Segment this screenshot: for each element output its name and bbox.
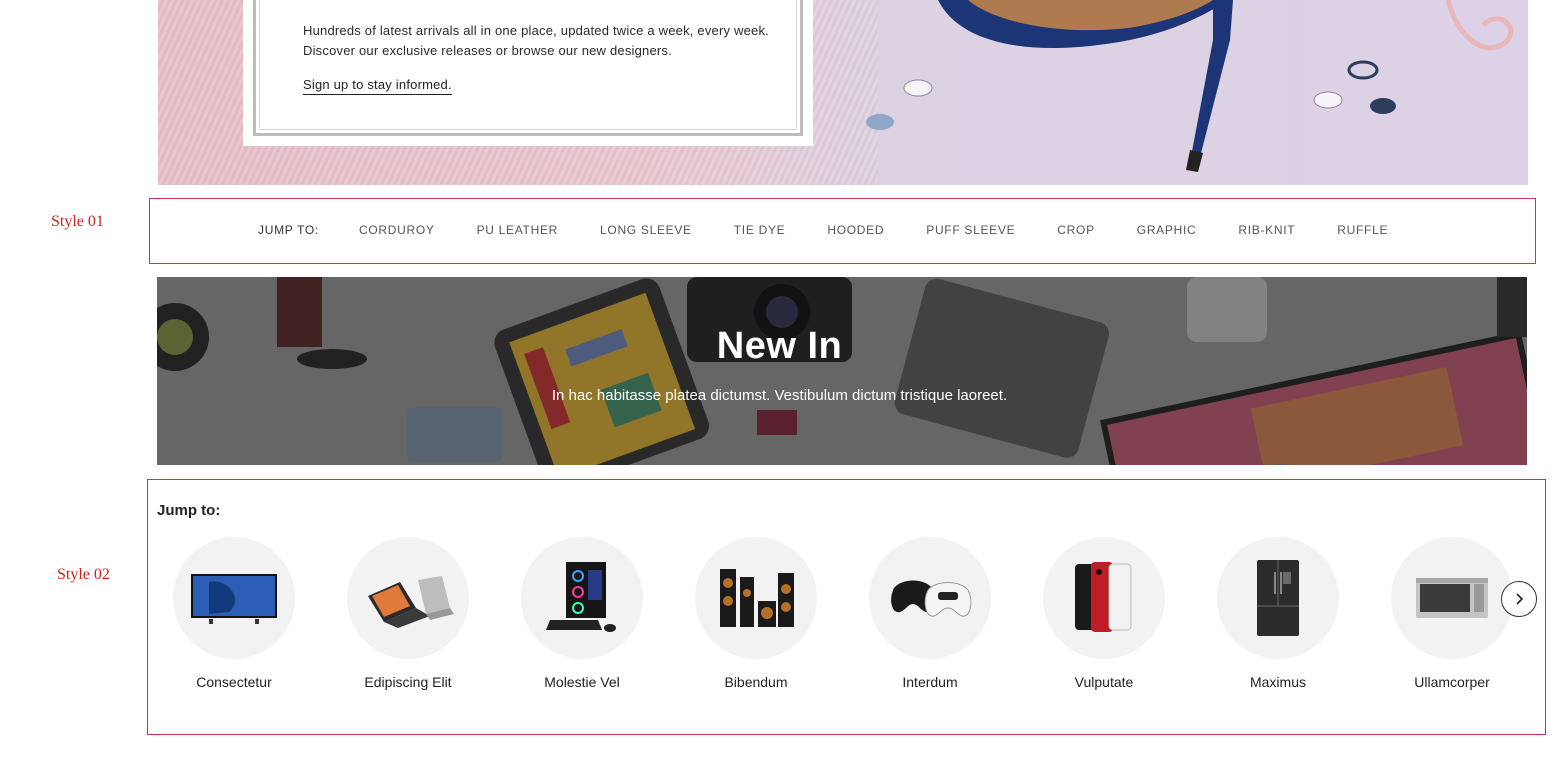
category-item[interactable]: Consectetur bbox=[154, 537, 314, 691]
jump-link-ruffle[interactable]: RUFFLE bbox=[1337, 223, 1388, 237]
category-image-circle bbox=[521, 537, 643, 659]
jump-link-graphic[interactable]: GRAPHIC bbox=[1137, 223, 1197, 237]
signup-link[interactable]: Sign up to stay informed. bbox=[303, 76, 452, 95]
category-item[interactable]: Vulputate bbox=[1024, 537, 1184, 691]
style-01-label: Style 01 bbox=[51, 213, 104, 230]
jump-link-rib-knit[interactable]: RIB-KNIT bbox=[1238, 223, 1295, 237]
hero-info-card: Hundreds of latest arrivals all in one p… bbox=[243, 0, 813, 146]
jump-link-hooded[interactable]: HOODED bbox=[827, 223, 884, 237]
refrigerator-icon bbox=[1257, 560, 1299, 636]
jump-link-pu-leather[interactable]: PU LEATHER bbox=[477, 223, 558, 237]
category-image-circle bbox=[1043, 537, 1165, 659]
category-image-circle bbox=[173, 537, 295, 659]
category-item[interactable]: Interdum bbox=[850, 537, 1010, 691]
category-item[interactable]: Bibendum bbox=[676, 537, 836, 691]
smartphone-icon bbox=[1075, 562, 1132, 632]
jump-to-title: Jump to: bbox=[157, 502, 221, 519]
new-in-banner[interactable] bbox=[157, 277, 1527, 465]
category-item[interactable]: Edipiscing Elit bbox=[328, 537, 488, 691]
category-label: Maximus bbox=[1249, 674, 1306, 690]
category-label: Consectetur bbox=[196, 674, 272, 690]
category-image-circle bbox=[695, 537, 817, 659]
category-item[interactable]: Molestie Vel bbox=[502, 537, 662, 691]
category-label: Bibendum bbox=[724, 674, 788, 690]
category-label: Ullamcorper bbox=[1414, 674, 1490, 690]
banner-title: New In bbox=[716, 325, 843, 367]
category-label: Interdum bbox=[902, 674, 958, 690]
category-item[interactable]: Maximus bbox=[1198, 537, 1358, 691]
game-controller-icon bbox=[891, 580, 972, 617]
banner-subtitle: In hac habitasse platea dictumst. Vestib… bbox=[551, 387, 1008, 404]
category-label: Vulputate bbox=[1074, 674, 1134, 690]
microwave-icon bbox=[1416, 578, 1488, 618]
jump-to-label: JUMP TO: bbox=[258, 223, 319, 237]
category-item[interactable]: Ullamcorper bbox=[1372, 537, 1532, 691]
desktop-pc-icon bbox=[546, 562, 616, 632]
jump-link-crop[interactable]: CROP bbox=[1057, 223, 1094, 237]
cloud-decorations bbox=[866, 60, 1396, 130]
category-label: Molestie Vel bbox=[544, 674, 620, 690]
category-image-circle bbox=[1391, 537, 1513, 659]
hero-description: Hundreds of latest arrivals all in one p… bbox=[303, 23, 769, 58]
tv-icon bbox=[191, 574, 277, 624]
speakers-icon bbox=[720, 569, 794, 627]
category-image-circle bbox=[869, 537, 991, 659]
jump-link-long-sleeve[interactable]: LONG SLEEVE bbox=[600, 223, 692, 237]
carousel-next-button[interactable] bbox=[1501, 581, 1537, 617]
category-image-circle bbox=[1217, 537, 1339, 659]
ribbon-decoration bbox=[1445, 0, 1514, 51]
category-label: Edipiscing Elit bbox=[364, 674, 452, 690]
jump-link-puff-sleeve[interactable]: PUFF SLEEVE bbox=[926, 223, 1015, 237]
category-image-circle bbox=[347, 537, 469, 659]
jump-to-nav: JUMP TO: CORDUROY PU LEATHER LONG SLEEVE… bbox=[258, 222, 1388, 238]
jump-link-corduroy[interactable]: CORDUROY bbox=[359, 223, 435, 237]
laptop-icon bbox=[368, 576, 454, 628]
chevron-right-icon bbox=[1516, 593, 1524, 605]
gadgets-background-image bbox=[157, 277, 1527, 465]
jump-link-tie-dye[interactable]: TIE DYE bbox=[734, 223, 786, 237]
style-02-label: Style 02 bbox=[57, 566, 110, 583]
